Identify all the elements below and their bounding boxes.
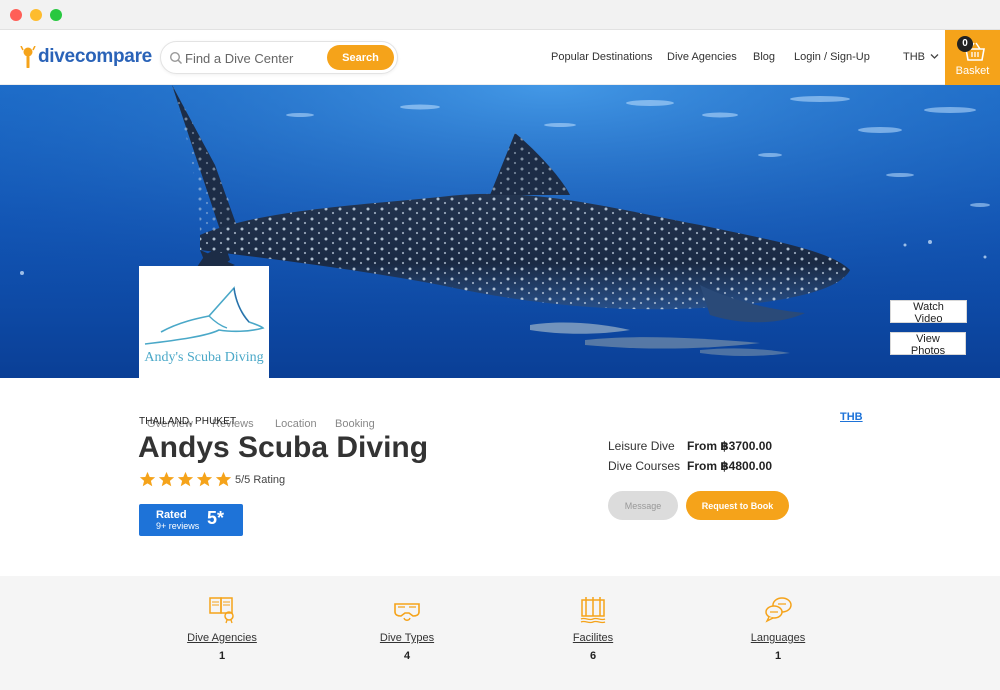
feature-facilities[interactable]: Facilites 6 [533, 594, 653, 662]
request-to-book-button[interactable]: Request to Book [686, 491, 789, 520]
star-rating [139, 471, 234, 488]
feature-label[interactable]: Languages [718, 632, 838, 644]
feature-count: 4 [403, 650, 411, 662]
facilities-icon [580, 597, 606, 624]
dive-mask-icon [394, 603, 420, 621]
currency-selector[interactable]: THB [903, 51, 925, 63]
search-icon [169, 51, 183, 65]
close-window-button[interactable] [10, 9, 22, 21]
maximize-window-button[interactable] [50, 9, 62, 21]
view-photos-button[interactable]: View Photos [890, 332, 966, 357]
basket-count-badge: 0 [957, 36, 973, 52]
rated-reviews: 9+ reviews [156, 521, 200, 531]
window-titlebar [0, 0, 1000, 30]
basket-button[interactable]: 0 Basket [945, 30, 1000, 85]
agencies-icon [209, 597, 234, 624]
feature-count: 6 [589, 650, 597, 662]
star-icon [158, 471, 175, 487]
logo-text-compare: compare [74, 46, 152, 67]
feature-languages[interactable]: Languages 1 [718, 594, 838, 662]
price-row-leisure: Leisure Dive From ฿3700.00 [608, 439, 772, 453]
dive-center-logo: Andy's Scuba Diving [139, 266, 269, 378]
dive-center-name: Andys Scuba Diving [138, 431, 429, 464]
feature-dive-agencies[interactable]: Dive Agencies 1 [162, 594, 282, 662]
watch-video-button[interactable]: Watch Video [890, 300, 967, 325]
star-icon [215, 471, 232, 487]
rated-label: Rated [156, 509, 187, 521]
nav-popular-destinations[interactable]: Popular Destinations [551, 51, 653, 63]
tab-booking[interactable]: Booking [335, 418, 375, 430]
rated-score: 5* [207, 508, 225, 528]
basket-label: Basket [955, 65, 990, 77]
price-value: From ฿3700.00 [687, 439, 773, 453]
rated-badge: Rated 9+ reviews 5* [139, 504, 243, 536]
nav-dive-agencies[interactable]: Dive Agencies [667, 51, 737, 63]
star-icon [177, 471, 194, 487]
star-icon [139, 471, 156, 487]
tab-location[interactable]: Location [275, 418, 317, 430]
dive-center-location: THAILAND, PHUKET [139, 416, 237, 427]
feature-count: 1 [774, 650, 782, 662]
price-row-courses: Dive Courses From ฿4800.00 [608, 459, 772, 473]
feature-count: 1 [218, 650, 226, 662]
currency-link[interactable]: THB [840, 411, 863, 423]
search-button[interactable]: Search [327, 45, 394, 70]
nav-blog[interactable]: Blog [753, 51, 775, 63]
site-header: divecompare Search Popular Destinations … [0, 30, 1000, 85]
feature-label[interactable]: Dive Agencies [162, 632, 282, 644]
price-label: Leisure Dive [608, 439, 675, 453]
dive-center-logo-text: Andy's Scuba Diving [144, 350, 264, 365]
feature-label[interactable]: Facilites [533, 632, 653, 644]
diver-logo-icon [20, 46, 36, 68]
nav-login-signup[interactable]: Login / Sign-Up [794, 51, 870, 63]
price-label: Dive Courses [608, 459, 681, 473]
chevron-down-icon[interactable] [930, 52, 939, 61]
price-value: From ฿4800.00 [687, 459, 773, 473]
rating-text: 5/5 Rating [235, 474, 286, 486]
star-icon [196, 471, 213, 487]
logo-text-dive: dive [38, 46, 75, 67]
minimize-window-button[interactable] [30, 9, 42, 21]
search-input[interactable] [185, 48, 325, 68]
feature-label[interactable]: Dive Types [347, 632, 467, 644]
features-strip: Dive Agencies 1 Dive Types 4 Facilites 6… [0, 576, 1000, 690]
search-bar: Search [160, 41, 398, 74]
languages-icon [765, 597, 792, 623]
feature-dive-types[interactable]: Dive Types 4 [347, 594, 467, 662]
message-button[interactable]: Message [608, 491, 678, 520]
divecompare-logo[interactable]: divecompare [20, 45, 152, 69]
